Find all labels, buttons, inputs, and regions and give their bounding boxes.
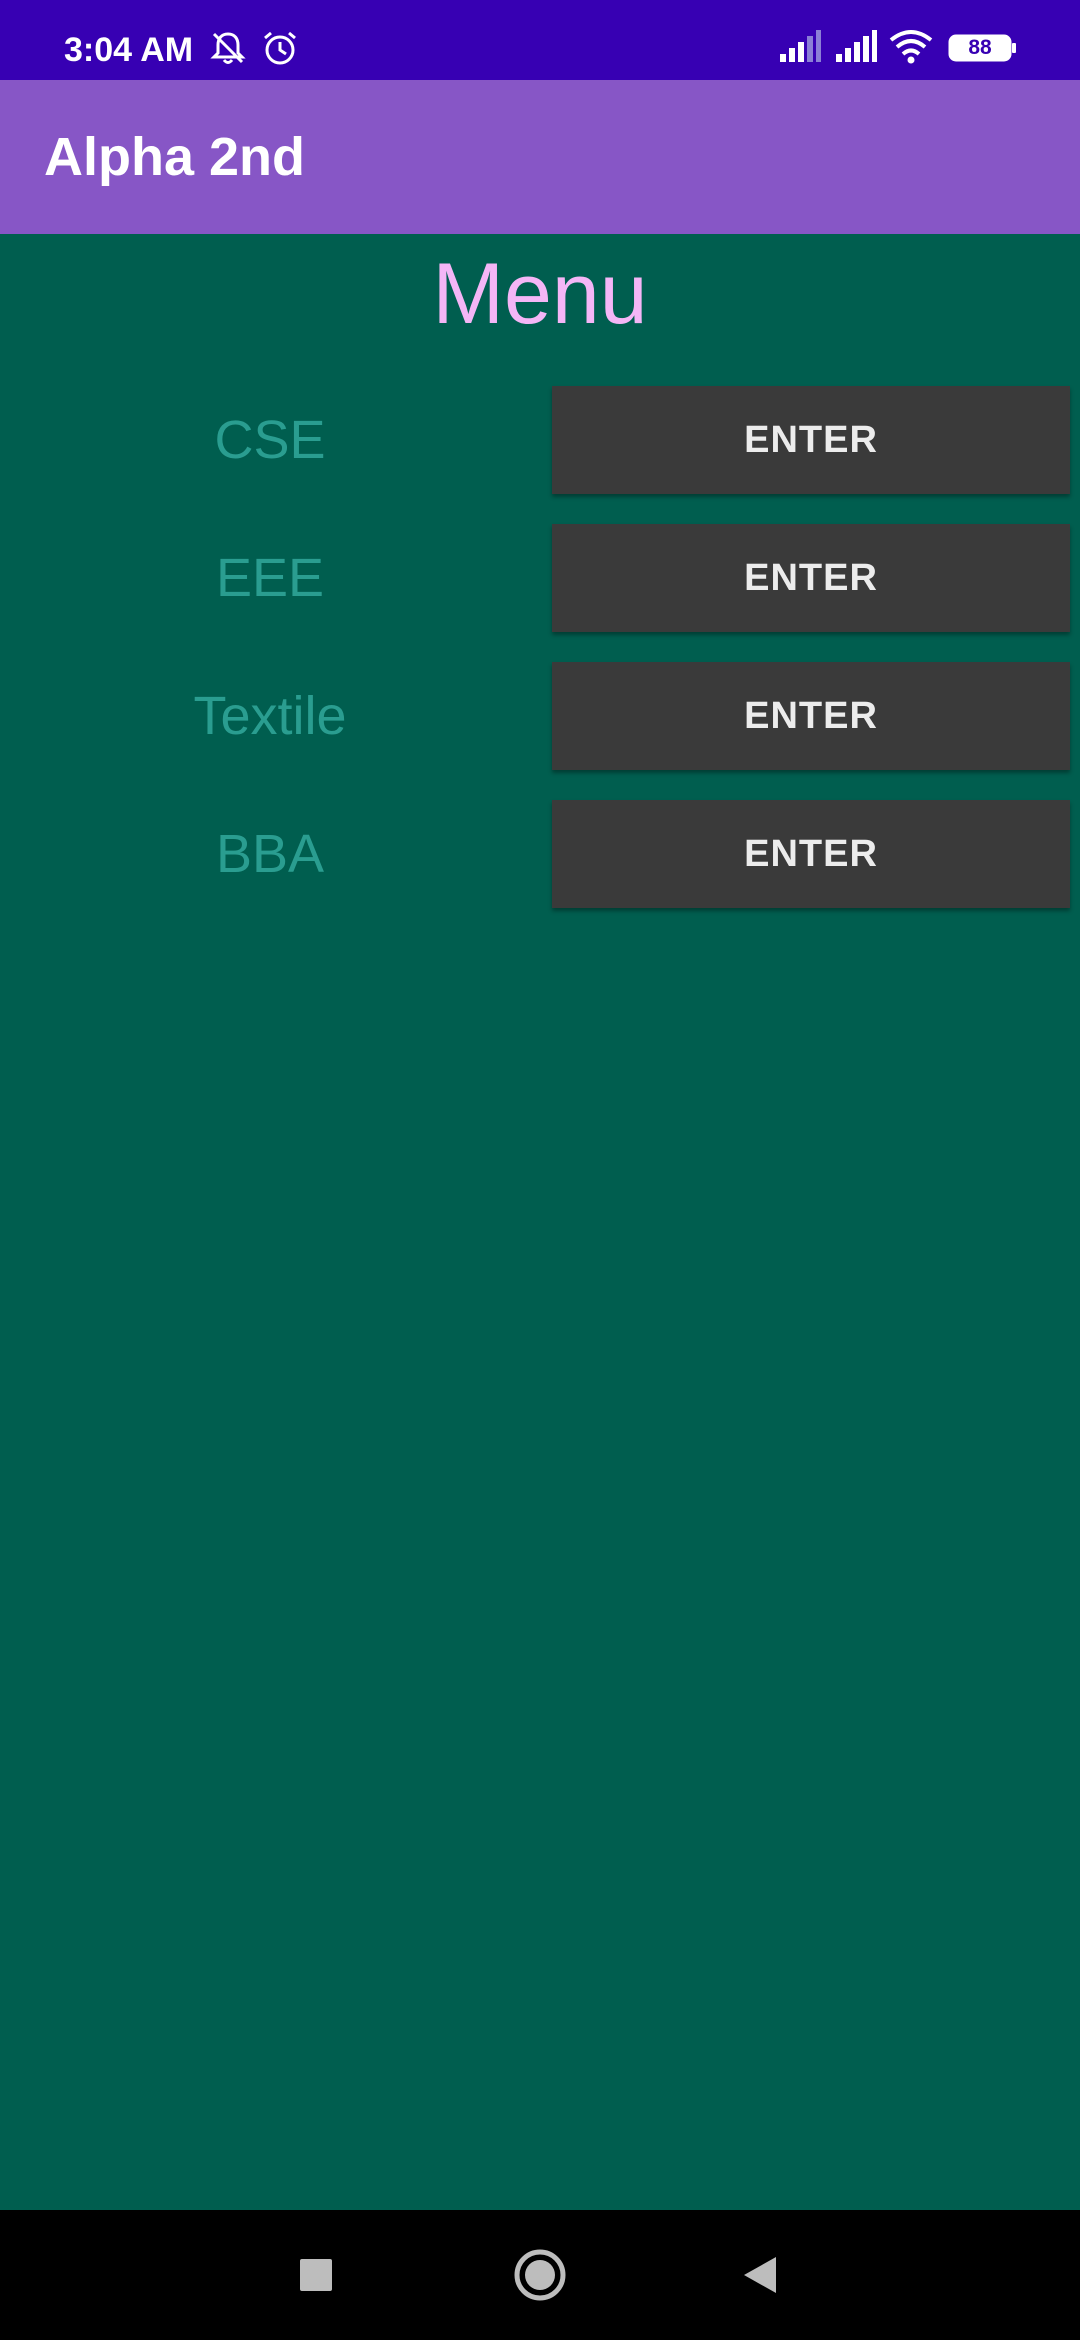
signal-1-icon	[778, 28, 822, 69]
menu-row-bba: BBA ENTER	[0, 800, 1080, 908]
status-bar: 3:04 AM 88	[0, 0, 1080, 80]
enter-button-bba[interactable]: ENTER	[552, 800, 1070, 908]
menu-row-eee: EEE ENTER	[0, 524, 1080, 632]
mute-icon	[208, 28, 248, 73]
enter-button-textile[interactable]: ENTER	[552, 662, 1070, 770]
row-label-eee: EEE	[215, 548, 325, 608]
signal-2-icon	[834, 28, 878, 69]
battery-icon: 88	[948, 34, 1016, 62]
app-bar: Alpha 2nd	[0, 80, 1080, 234]
enter-button-eee[interactable]: ENTER	[552, 524, 1070, 632]
menu-title: Menu	[432, 246, 648, 342]
battery-level: 88	[968, 36, 992, 59]
app-title: Alpha 2nd	[44, 127, 306, 187]
home-icon[interactable]	[512, 2245, 568, 2310]
navigation-bar	[0, 2210, 1080, 2340]
alarm-icon	[260, 28, 300, 73]
recents-icon[interactable]	[296, 2245, 336, 2310]
row-label-bba: BBA	[215, 824, 325, 884]
app-screen: 3:04 AM 88 Alpha 2nd Menu CSE ENTER EEE …	[0, 0, 1080, 2340]
row-label-cse: CSE	[214, 410, 326, 470]
menu-row-cse: CSE ENTER	[0, 386, 1080, 494]
back-icon[interactable]	[740, 2245, 780, 2310]
menu-row-textile: Textile ENTER	[0, 662, 1080, 770]
row-label-textile: Textile	[193, 686, 347, 746]
wifi-icon	[888, 28, 934, 69]
status-time: 3:04 AM	[64, 31, 194, 69]
enter-button-cse[interactable]: ENTER	[552, 386, 1070, 494]
